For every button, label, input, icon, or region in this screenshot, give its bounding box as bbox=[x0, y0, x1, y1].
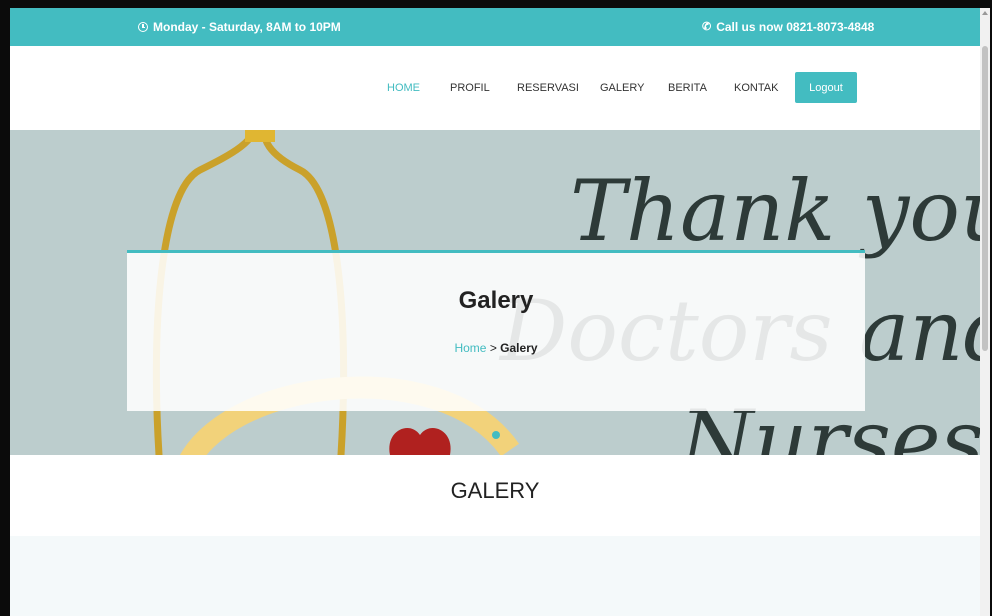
opening-hours-text: Monday - Saturday, 8AM to 10PM bbox=[153, 20, 341, 34]
scrollbar-thumb[interactable] bbox=[982, 46, 988, 351]
scroll-up-arrow-icon[interactable] bbox=[982, 11, 988, 15]
slider-dot bbox=[492, 431, 500, 439]
nav-home[interactable]: HOME bbox=[387, 82, 420, 94]
breadcrumb-home-link[interactable]: Home bbox=[454, 341, 486, 355]
phone-icon: ✆ bbox=[702, 20, 712, 33]
hero-banner: Thank you Doctors and Nurses Galery Home… bbox=[10, 130, 980, 455]
page-header-card: Galery Home > Galery bbox=[127, 250, 865, 411]
gallery-content-area bbox=[10, 536, 980, 616]
call-info[interactable]: ✆ Call us now 0821-8073-4848 bbox=[702, 20, 874, 34]
scrollbar[interactable] bbox=[980, 8, 990, 616]
opening-hours: Monday - Saturday, 8AM to 10PM bbox=[138, 20, 341, 34]
window-frame-top bbox=[0, 0, 992, 8]
call-text[interactable]: Call us now 0821-8073-4848 bbox=[716, 20, 874, 34]
top-info-bar: Monday - Saturday, 8AM to 10PM ✆ Call us… bbox=[10, 8, 980, 46]
logout-button[interactable]: Logout bbox=[795, 72, 857, 103]
nav-galery[interactable]: GALERY bbox=[600, 82, 644, 94]
nav-reservasi[interactable]: RESERVASI bbox=[517, 82, 579, 94]
heart-shape bbox=[389, 427, 451, 455]
nav-berita[interactable]: BERITA bbox=[668, 82, 707, 94]
breadcrumb: Home > Galery bbox=[127, 341, 865, 355]
breadcrumb-separator: > bbox=[486, 341, 501, 355]
stethoscope-clip bbox=[245, 130, 275, 142]
main-nav: HOME PROFIL RESERVASI GALERY BERITA KONT… bbox=[10, 46, 980, 130]
clock-icon bbox=[138, 22, 148, 32]
gallery-section-title: GALERY bbox=[450, 478, 540, 503]
window-frame-left bbox=[0, 0, 10, 616]
nav-profil[interactable]: PROFIL bbox=[450, 82, 490, 94]
page-title: Galery bbox=[458, 287, 534, 314]
breadcrumb-current: Galery bbox=[500, 341, 538, 355]
nav-kontak[interactable]: KONTAK bbox=[734, 82, 778, 94]
script-thank-you: Thank you bbox=[570, 162, 980, 260]
